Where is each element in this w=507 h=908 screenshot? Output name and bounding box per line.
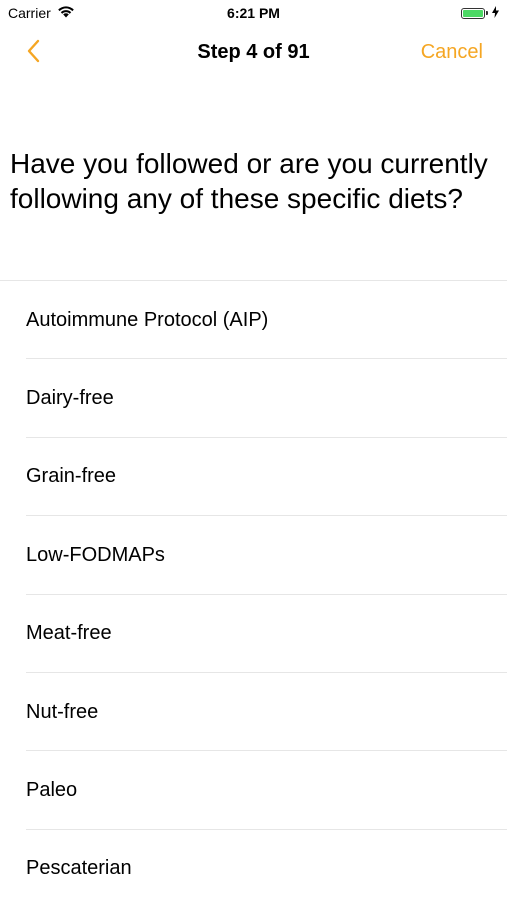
question-text: Have you followed or are you currently f… xyxy=(10,148,488,214)
option-low-fodmaps[interactable]: Low-FODMAPs xyxy=(0,516,507,595)
option-label: Autoimmune Protocol (AIP) xyxy=(26,308,269,331)
diet-options-list: Autoimmune Protocol (AIP) Dairy-free Gra… xyxy=(0,281,507,908)
status-right xyxy=(461,5,499,21)
option-nut-free[interactable]: Nut-free xyxy=(0,673,507,752)
option-label: Pescaterian xyxy=(26,857,132,880)
option-label: Meat-free xyxy=(26,622,112,645)
battery-fill xyxy=(463,9,483,17)
option-label: Grain-free xyxy=(26,465,117,488)
option-pescaterian[interactable]: Pescaterian xyxy=(0,830,507,908)
option-label: Nut-free xyxy=(26,700,99,723)
bolt-icon xyxy=(492,5,499,21)
option-grain-free[interactable]: Grain-free xyxy=(0,438,507,517)
option-label: Dairy-free xyxy=(26,387,114,410)
battery-icon xyxy=(461,7,488,19)
status-bar: Carrier 6:21 PM xyxy=(0,0,507,28)
option-label: Low-FODMAPs xyxy=(26,543,165,566)
cancel-button[interactable]: Cancel xyxy=(421,41,483,64)
option-paleo[interactable]: Paleo xyxy=(0,751,507,830)
option-aip[interactable]: Autoimmune Protocol (AIP) xyxy=(0,281,507,360)
status-time: 6:21 PM xyxy=(227,5,280,21)
option-label: Paleo xyxy=(26,779,78,802)
navigation-bar: Step 4 of 91 Cancel xyxy=(0,28,507,78)
option-meat-free[interactable]: Meat-free xyxy=(0,595,507,673)
option-dairy-free[interactable]: Dairy-free xyxy=(0,359,507,438)
